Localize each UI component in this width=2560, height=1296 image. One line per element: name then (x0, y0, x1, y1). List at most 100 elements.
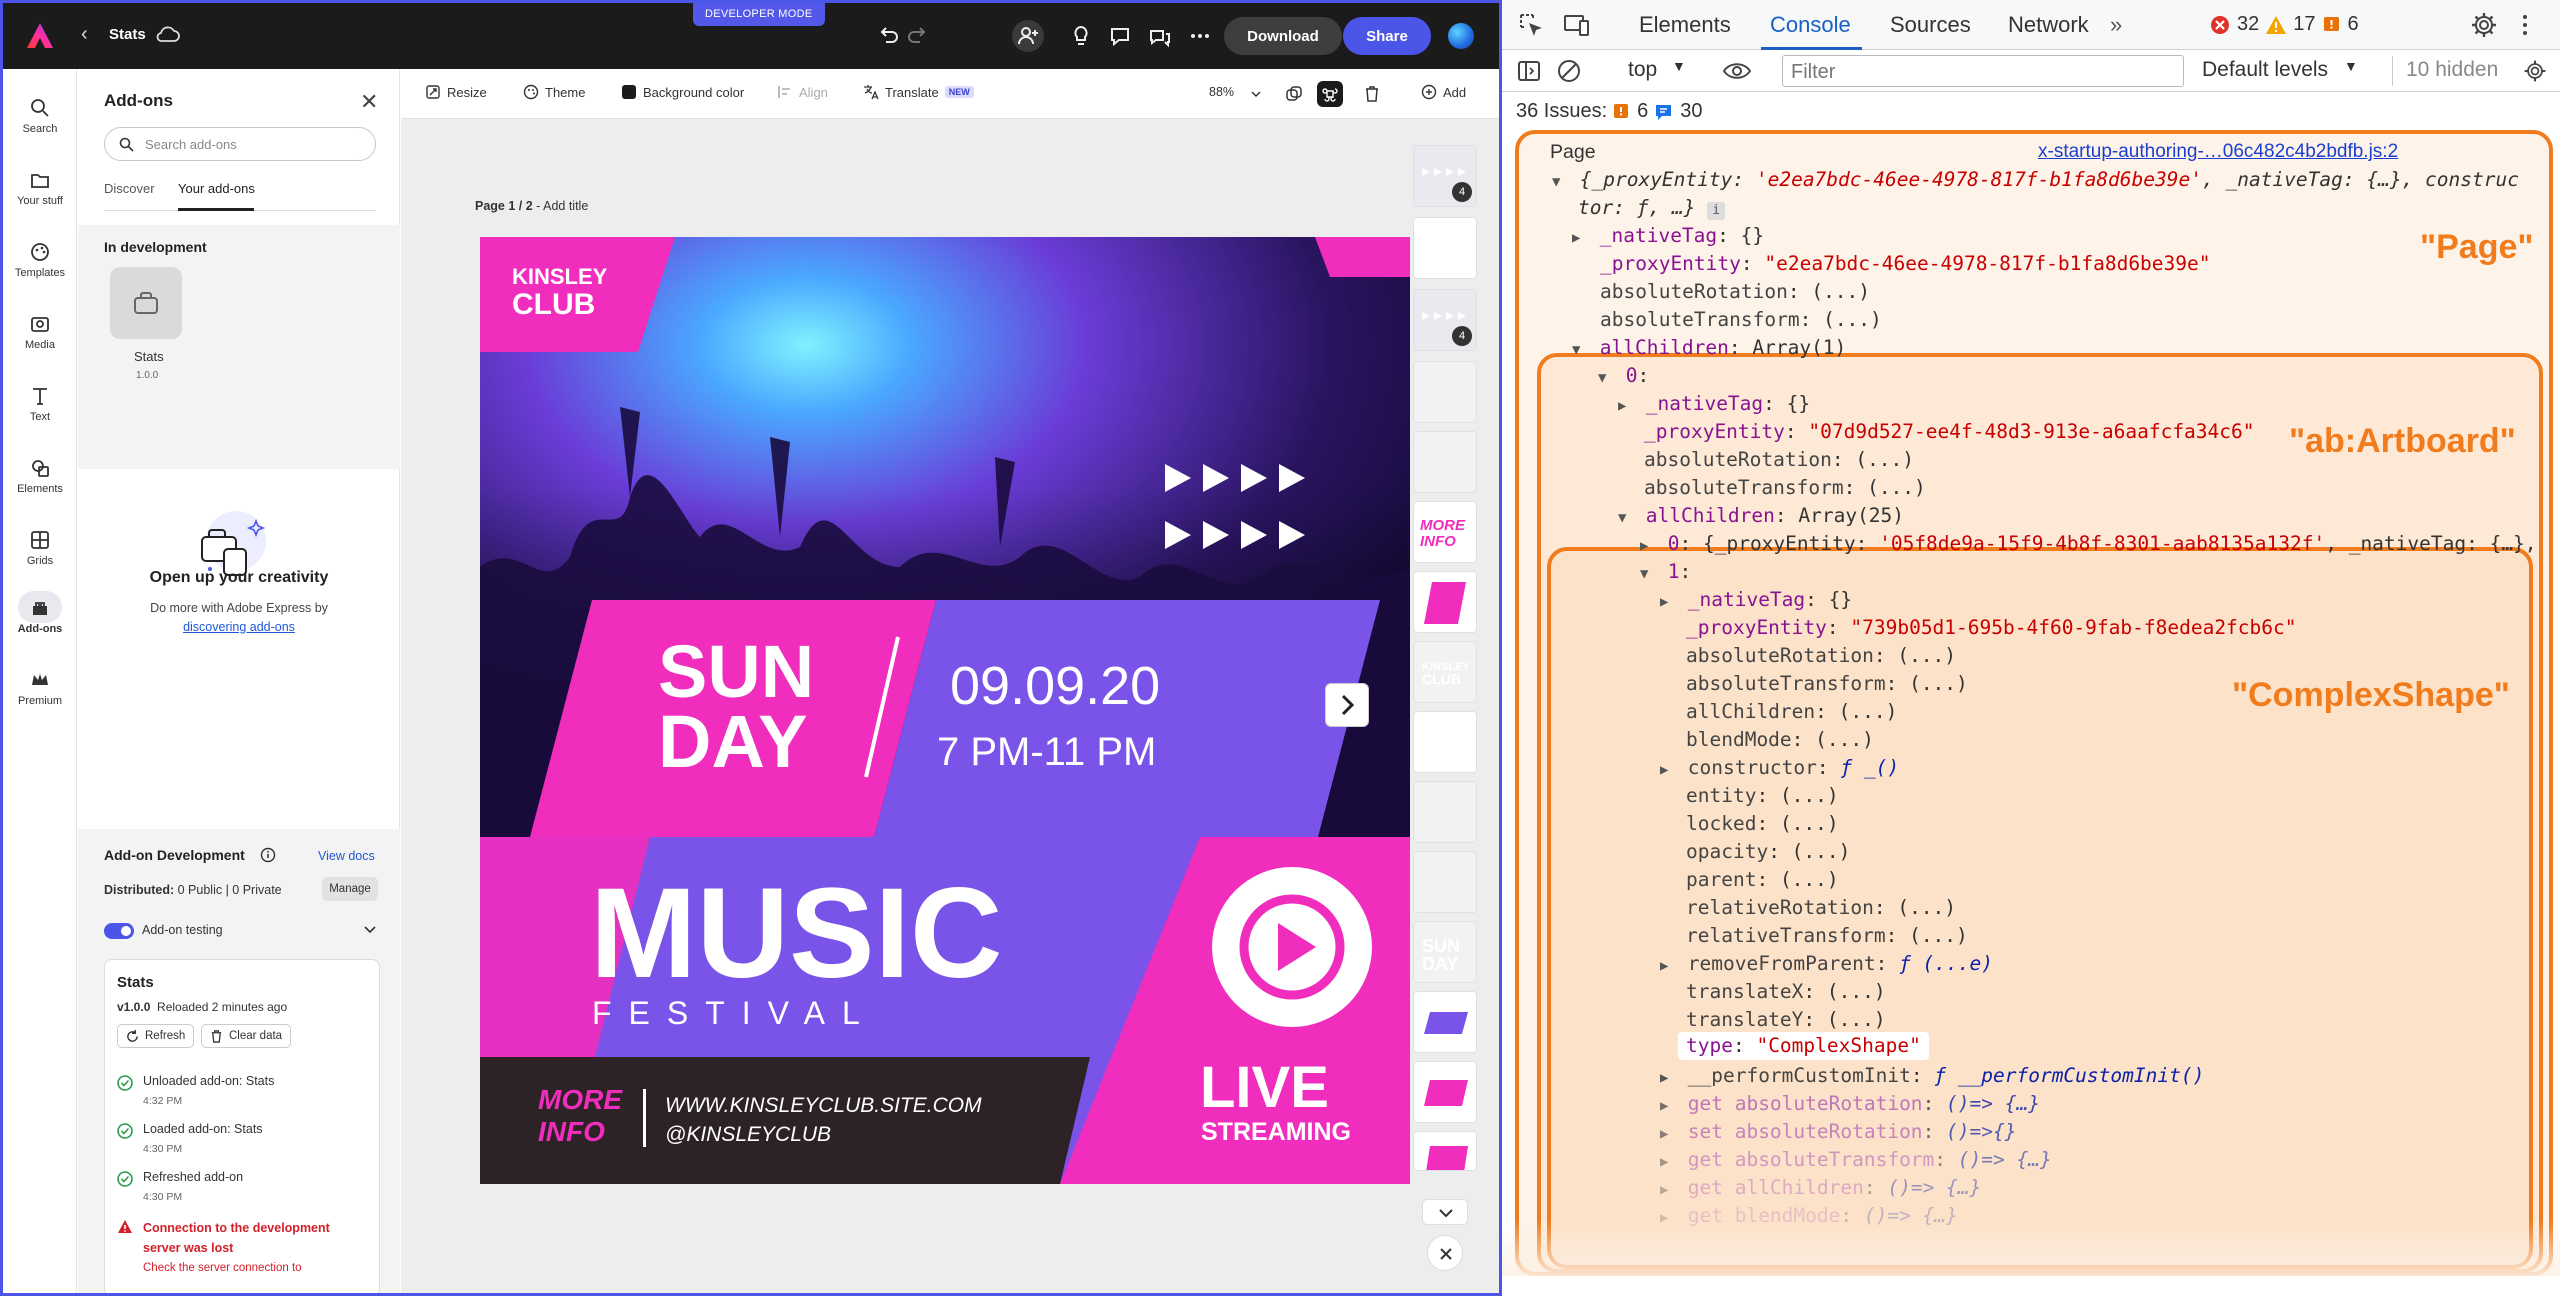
search-input[interactable]: Search add-ons (104, 127, 376, 161)
tab-sources[interactable]: Sources (1890, 12, 1971, 38)
tab-network[interactable]: Network (2008, 12, 2089, 38)
close-layers-button[interactable] (1427, 1235, 1463, 1271)
tree-row[interactable]: relativeRotation: (...) (1686, 894, 1956, 922)
layer-thumb[interactable] (1413, 781, 1477, 843)
layer-thumb[interactable]: 4 (1413, 289, 1477, 351)
tree-row[interactable]: locked: (...) (1686, 810, 1839, 838)
layer-thumb[interactable] (1413, 1131, 1477, 1171)
tree-row[interactable]: ▼ 1: (1640, 558, 1691, 589)
background-color-button[interactable]: Background color (621, 84, 744, 100)
chevron-down-icon[interactable] (362, 921, 378, 937)
tree-row[interactable]: absoluteRotation: (...) (1686, 642, 1956, 670)
tree-row[interactable]: relativeTransform: (...) (1686, 922, 1968, 950)
source-link[interactable]: x-startup-authoring-…06c482c4b2bdfb.js:2 (2038, 138, 2398, 166)
layers-button[interactable] (1281, 81, 1307, 107)
add-button[interactable]: Add (1421, 84, 1466, 100)
tree-row[interactable]: ▶ constructor: ƒ _() (1660, 754, 1899, 785)
undo-icon[interactable] (875, 23, 901, 49)
clear-console-icon[interactable] (1556, 58, 1582, 84)
resize-button[interactable]: Resize (425, 84, 487, 100)
layer-thumb[interactable] (1413, 851, 1477, 913)
tree-row[interactable]: ▶ _nativeTag: {} (1572, 222, 1764, 253)
issues-bar[interactable]: 36 Issues: 6 30 (1516, 100, 1703, 123)
rail-item-templates[interactable]: Templates (3, 229, 77, 293)
layer-thumb[interactable] (1413, 1061, 1477, 1123)
layer-thumb[interactable]: SUN DAY (1413, 921, 1477, 983)
refresh-button[interactable]: Refresh (117, 1024, 195, 1048)
addon-panel-toggle[interactable] (1317, 81, 1343, 107)
layer-thumb[interactable] (1413, 217, 1477, 279)
more-options-icon[interactable] (1187, 23, 1213, 49)
tab-discover[interactable]: Discover (104, 181, 155, 196)
rail-item-add-ons[interactable]: Add-ons (3, 585, 77, 649)
comment-icon[interactable] (1107, 23, 1133, 49)
layer-thumb[interactable]: MORE INFO (1413, 501, 1477, 563)
view-docs-link[interactable]: View docs (318, 849, 375, 863)
lightbulb-icon[interactable] (1068, 23, 1094, 49)
adobe-express-logo[interactable] (25, 21, 55, 51)
tree-row[interactable]: absoluteTransform: (...) (1644, 474, 1926, 502)
kebab-menu-icon[interactable] (2510, 10, 2540, 40)
tree-row[interactable]: ▼ {_proxyEntity: 'e2ea7bdc-46ee-4978-817… (1552, 166, 2519, 197)
tree-row[interactable]: ▶ _nativeTag: {} (1618, 390, 1810, 421)
caret-down-icon[interactable]: ▼ (1672, 58, 1686, 74)
rail-item-your-stuff[interactable]: Your stuff (3, 157, 77, 221)
tab-elements[interactable]: Elements (1639, 12, 1731, 38)
tree-row[interactable]: opacity: (...) (1686, 838, 1850, 866)
zoom-level[interactable]: 88% (1209, 85, 1234, 99)
page-label[interactable]: Page 1 / 2 - Add title (475, 199, 588, 213)
tree-row[interactable]: ▶ get absoluteRotation: ()=> {…} (1660, 1090, 2040, 1121)
document-title[interactable]: Stats (109, 26, 146, 43)
next-page-button[interactable] (1325, 683, 1369, 727)
poster-artboard[interactable]: KINSLEY CLUB SUN DAY 09.09.20 7 PM-11 PM… (480, 237, 1410, 1184)
clear-data-button[interactable]: Clear data (201, 1024, 292, 1048)
layer-thumb[interactable] (1413, 361, 1477, 423)
layer-thumb[interactable]: KINSLEY CLUB (1413, 641, 1477, 703)
tree-row[interactable]: ▶ __performCustomInit: ƒ __performCustom… (1660, 1062, 2204, 1093)
tree-row[interactable]: allChildren: (...) (1686, 698, 1897, 726)
layer-thumb[interactable]: 4 (1413, 145, 1477, 207)
layer-thumb[interactable] (1413, 991, 1477, 1053)
theme-button[interactable]: Theme (523, 84, 585, 100)
tree-row[interactable]: ▼ allChildren: Array(25) (1618, 502, 1904, 533)
align-button[interactable]: Align (777, 84, 828, 100)
tree-row[interactable]: ▶ removeFromParent: ƒ (...e) (1660, 950, 1993, 981)
eye-icon[interactable] (1722, 58, 1752, 84)
console-counts[interactable]: 32 17 6 (2209, 13, 2359, 36)
addon-tile[interactable] (110, 267, 182, 339)
share-link-icon[interactable] (1147, 23, 1173, 49)
console-settings-icon[interactable] (2522, 58, 2548, 84)
tree-row[interactable]: absoluteRotation: (...) (1644, 446, 1914, 474)
tree-row[interactable]: ▶ set absoluteRotation: ()=>{} (1660, 1118, 2017, 1149)
tree-row[interactable]: entity: (...) (1686, 782, 1839, 810)
tree-row[interactable]: ▶ _nativeTag: {} (1660, 586, 1852, 617)
console-filter-input[interactable]: Filter (1782, 55, 2184, 87)
delete-button[interactable] (1359, 81, 1385, 107)
invite-user-icon[interactable] (1015, 23, 1041, 49)
rail-item-premium[interactable]: Premium (3, 657, 77, 721)
tree-row[interactable]: translateX: (...) (1686, 978, 1886, 1006)
tab-console[interactable]: Console (1770, 12, 1851, 38)
avatar[interactable] (1448, 23, 1474, 49)
tree-row[interactable]: blendMode: (...) (1686, 726, 1874, 754)
rail-item-search[interactable]: Search (3, 85, 77, 149)
addon-testing-toggle[interactable] (104, 923, 134, 939)
more-tabs-icon[interactable]: » (2110, 12, 2122, 38)
thumbnails-scroll-down[interactable] (1422, 1199, 1468, 1225)
chevron-left-icon[interactable]: ‹ (81, 23, 88, 46)
tree-row[interactable]: ▶ get allChildren: ()=> {…} (1660, 1174, 1981, 1205)
tree-row[interactable]: ▶ 0: {_proxyEntity: '05f8de9a-15f9-4b8f-… (1640, 530, 2537, 561)
sidebar-toggle-icon[interactable] (1516, 58, 1542, 84)
tree-row[interactable]: absoluteRotation: (...) (1600, 278, 1870, 306)
log-levels-dropdown[interactable]: Default levels (2202, 58, 2328, 82)
rail-item-elements[interactable]: Elements (3, 445, 77, 509)
device-toolbar-icon[interactable] (1562, 10, 1592, 40)
chevron-down-icon[interactable] (1249, 87, 1263, 101)
share-button[interactable]: Share (1343, 17, 1431, 55)
rail-item-media[interactable]: Media (3, 301, 77, 365)
layer-thumb[interactable] (1413, 431, 1477, 493)
layer-thumb[interactable] (1413, 571, 1477, 633)
manage-button[interactable]: Manage (322, 877, 378, 901)
tree-row[interactable]: ▶ get absoluteTransform: ()=> {…} (1660, 1146, 2052, 1177)
translate-button[interactable]: Translate NEW (863, 84, 974, 100)
